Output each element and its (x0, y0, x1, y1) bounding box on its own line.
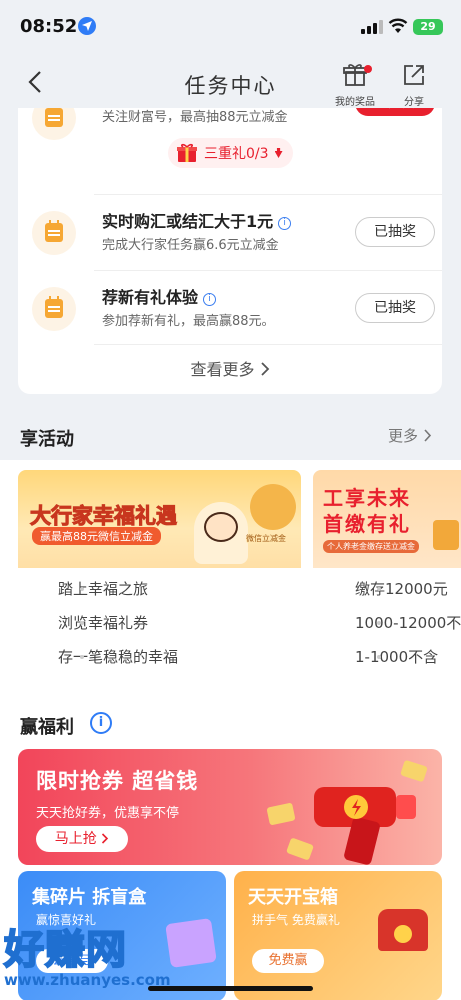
chevron-right-icon (424, 429, 431, 442)
task-title: 荐新有礼体验 i (102, 284, 217, 308)
activity-card-pension[interactable]: 工享未来 首缴有礼 个人养老金缴存送立减金 缴存12000元 1000-1200… (313, 470, 461, 682)
watermark: 好赚网 www.zhuanyes.com (0, 915, 200, 995)
treasure-box-card[interactable]: 天天开宝箱 拼手气 免费赢礼 免费赢 (234, 871, 442, 1000)
chevron-right-icon (260, 362, 269, 376)
down-arrow-icon (274, 148, 283, 158)
location-icon (78, 17, 96, 35)
activity-card-happiness[interactable]: 大行家幸福礼遇 赢最高88元微信立减金 微信立减金 踏上幸福之旅 浏览幸福礼券 … (18, 470, 301, 682)
share-label: 分享 (404, 97, 424, 108)
info-icon[interactable]: i (203, 293, 217, 306)
task-title: 实时购汇或结汇大于1元 i (102, 208, 292, 232)
home-indicator[interactable] (148, 986, 313, 991)
status-bar: 08:52 29 (0, 0, 461, 56)
share-icon (404, 65, 424, 85)
banner-subtitle: 赢最高88元微信立减金 (32, 527, 161, 545)
coin-bowl-illustration (250, 484, 296, 530)
treasure-chest-lock (394, 925, 412, 943)
status-time: 08:52 (20, 16, 78, 37)
treasure-subtitle: 拼手气 免费赢礼 (252, 913, 340, 927)
divider (94, 344, 442, 345)
mascot-face (204, 512, 238, 542)
triple-gift-label: 三重礼0/3 (204, 146, 269, 162)
activities-title: 享活动 (20, 429, 74, 450)
calendar-icon (32, 287, 76, 331)
banner-badge: 微信立减金 (246, 534, 286, 544)
list-item: 1000-12000不 (355, 614, 461, 632)
wifi-icon (388, 18, 408, 38)
coupon-banner[interactable]: 限时抢券 超省钱 天天抢好券，优惠享不停 马上抢 (18, 749, 442, 865)
task-card: 关注财富号，最高抽88元立减金 去完成 三重礼0/3 实时购汇或结汇大于1元i … (18, 108, 442, 394)
banner-title-2: 首缴有礼 (323, 512, 411, 536)
info-icon[interactable]: i (90, 712, 112, 734)
page-title: 任务中心 (184, 74, 277, 98)
go-complete-button[interactable]: 去完成 (355, 108, 435, 116)
battery-icon: 29 (413, 19, 443, 35)
task-desc: 参加荐新有礼，最高赢88元。 (102, 314, 275, 329)
banner-title: 工享未来 (323, 486, 411, 510)
divider (94, 194, 442, 195)
task-desc: 关注财富号，最高抽88元立减金 (102, 110, 288, 125)
banner-subtitle: 个人养老金缴存送立减金 (323, 540, 419, 553)
task-desc: 完成大行家任务赢6.6元立减金 (102, 238, 279, 253)
coupon-subtitle: 天天抢好券，优惠享不停 (36, 806, 180, 821)
task-row-follow: 关注财富号，最高抽88元立减金 去完成 三重礼0/3 (18, 108, 442, 202)
watermark-url: www.zhuanyes.com (4, 971, 171, 989)
activities-more-button[interactable]: 更多 (388, 425, 432, 446)
list-item: 1-1000不含 (355, 648, 439, 666)
welfare-title: 赢福利 (20, 717, 74, 738)
grab-now-button[interactable]: 马上抢 (36, 826, 128, 852)
coin-stack-illustration (433, 520, 459, 550)
divider (94, 270, 442, 271)
triple-gift-badge[interactable]: 三重礼0/3 (168, 138, 293, 168)
drawn-button[interactable]: 已抽奖 (355, 217, 435, 247)
happiness-banner: 大行家幸福礼遇 赢最高88元微信立减金 微信立减金 (18, 470, 301, 568)
see-more-button[interactable]: 查看更多 (18, 356, 442, 380)
coupon-title: 限时抢券 超省钱 (36, 769, 199, 793)
my-prizes-label: 我的奖品 (335, 97, 375, 108)
nav-bar: 任务中心 我的奖品 分享 (0, 56, 461, 110)
notification-dot (364, 65, 372, 73)
gift-box-icon (176, 143, 198, 163)
info-icon[interactable]: i (278, 217, 292, 230)
money-gun-illustration (266, 760, 428, 865)
list-item: 缴存12000元 (355, 580, 448, 598)
chevron-right-icon (102, 833, 109, 844)
list-item: 浏览幸福礼券 (58, 614, 149, 632)
share-button[interactable]: 分享 (394, 62, 434, 108)
pension-banner: 工享未来 首缴有礼 个人养老金缴存送立减金 (313, 470, 461, 568)
task-row-referral: 荐新有礼体验 i 参加荐新有礼，最高赢88元。 已抽奖 (18, 282, 442, 346)
banner-title: 大行家幸福礼遇 (30, 504, 178, 529)
treasure-title: 天天开宝箱 (248, 887, 338, 908)
free-win-button[interactable]: 免费赢 (252, 949, 324, 973)
my-prizes-button[interactable]: 我的奖品 (330, 62, 380, 108)
task-row-fx: 实时购汇或结汇大于1元 i 完成大行家任务赢6.6元立减金 已抽奖 (18, 206, 442, 270)
calendar-icon (32, 211, 76, 255)
drawn-button[interactable]: 已抽奖 (355, 293, 435, 323)
list-item: 踏上幸福之旅 (58, 580, 149, 598)
calendar-icon (32, 108, 76, 140)
watermark-brand: 好赚网 (3, 926, 127, 974)
signal-icon (361, 20, 383, 34)
blind-box-title: 集碎片 拆盲盒 (32, 887, 147, 908)
list-item: 存一笔稳稳的幸福 (58, 648, 179, 666)
